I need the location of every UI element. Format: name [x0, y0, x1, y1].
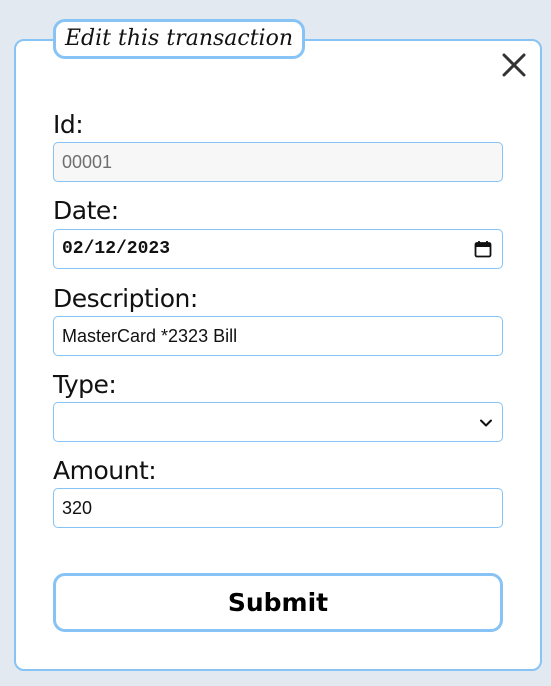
amount-label: Amount: — [53, 456, 157, 485]
submit-button[interactable]: Submit — [53, 573, 503, 632]
date-field[interactable]: 02/12/2023 — [53, 229, 503, 269]
dialog-title: Edit this transaction — [53, 19, 306, 59]
close-button[interactable] — [500, 51, 528, 79]
date-label: Date: — [53, 196, 119, 225]
type-select[interactable] — [53, 402, 503, 442]
chevron-down-icon — [480, 419, 492, 427]
calendar-icon[interactable] — [474, 240, 492, 258]
close-icon — [502, 53, 526, 77]
description-label: Description: — [53, 284, 198, 313]
id-field[interactable]: 00001 — [53, 142, 503, 182]
id-label: Id: — [53, 110, 84, 139]
description-field[interactable]: MasterCard *2323 Bill — [53, 316, 503, 356]
type-label: Type: — [53, 370, 117, 399]
amount-field[interactable]: 320 — [53, 488, 503, 528]
date-value: 02/12/2023 — [62, 239, 171, 259]
